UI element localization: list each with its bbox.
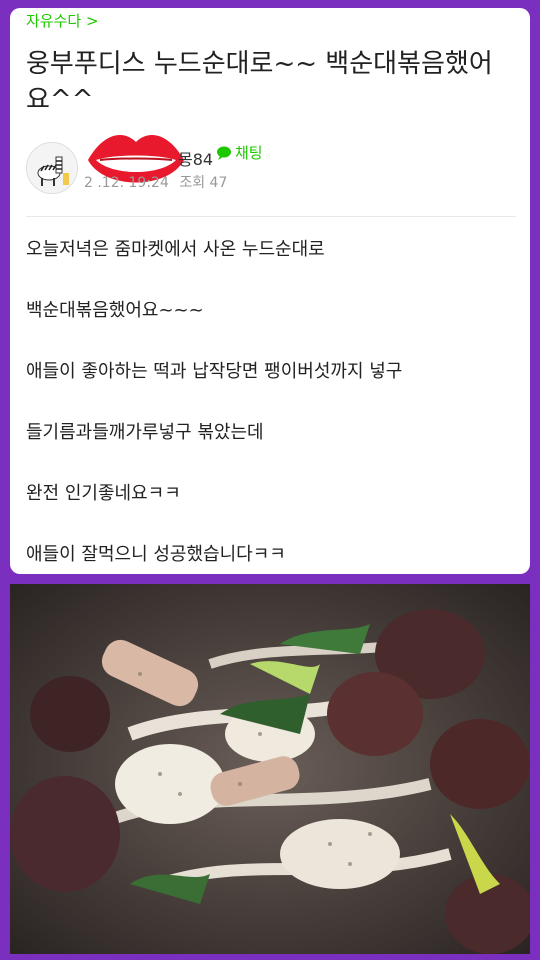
zebra-avatar[interactable] xyxy=(26,142,78,194)
post-meta: 2 .12. 19:24 조회 47 xyxy=(84,172,233,192)
post-card: 자유수다 > 웅부푸디스 누드순대로~~ 백순대볶음했어요^^ 몽84 채팅 2… xyxy=(10,8,530,574)
body-line: 애들이 잘먹으니 성공했습니다ㅋㅋ xyxy=(26,544,286,565)
chat-label: 채팅 xyxy=(235,144,263,162)
author-row: 몽84 채팅 2 .12. 19:24 조회 47 xyxy=(26,135,516,198)
post-body: 오늘저녁은 줌마켓에서 사온 누드순대로 백순대볶음했어요~~~ 애들이 좋아하… xyxy=(26,230,516,574)
author-nickname[interactable]: 몽84 xyxy=(178,146,213,170)
body-line: 완전 인기좋네요ㅋㅋ xyxy=(26,483,181,504)
chat-button[interactable]: 채팅 xyxy=(216,142,263,163)
divider xyxy=(26,216,516,217)
post-title: 웅부푸디스 누드순대로~~ 백순대볶음했어요^^ xyxy=(26,49,493,115)
body-line: 애들이 좋아하는 떡과 납작당면 팽이버섯까지 넣구 xyxy=(26,361,403,382)
body-line: 들기름과들깨가루넣구 볶았는데 xyxy=(26,422,264,443)
chat-bubble-icon xyxy=(217,146,231,160)
board-link[interactable]: 자유수다 > xyxy=(26,10,99,31)
view-count: 조회 47 xyxy=(179,175,228,191)
body-line: 백순대볶음했어요~~~ xyxy=(26,300,204,321)
food-photo[interactable] xyxy=(10,584,530,954)
body-line: 오늘저녁은 줌마켓에서 사온 누드순대로 xyxy=(26,239,325,260)
post-date: 2 .12. 19:24 xyxy=(84,175,169,191)
